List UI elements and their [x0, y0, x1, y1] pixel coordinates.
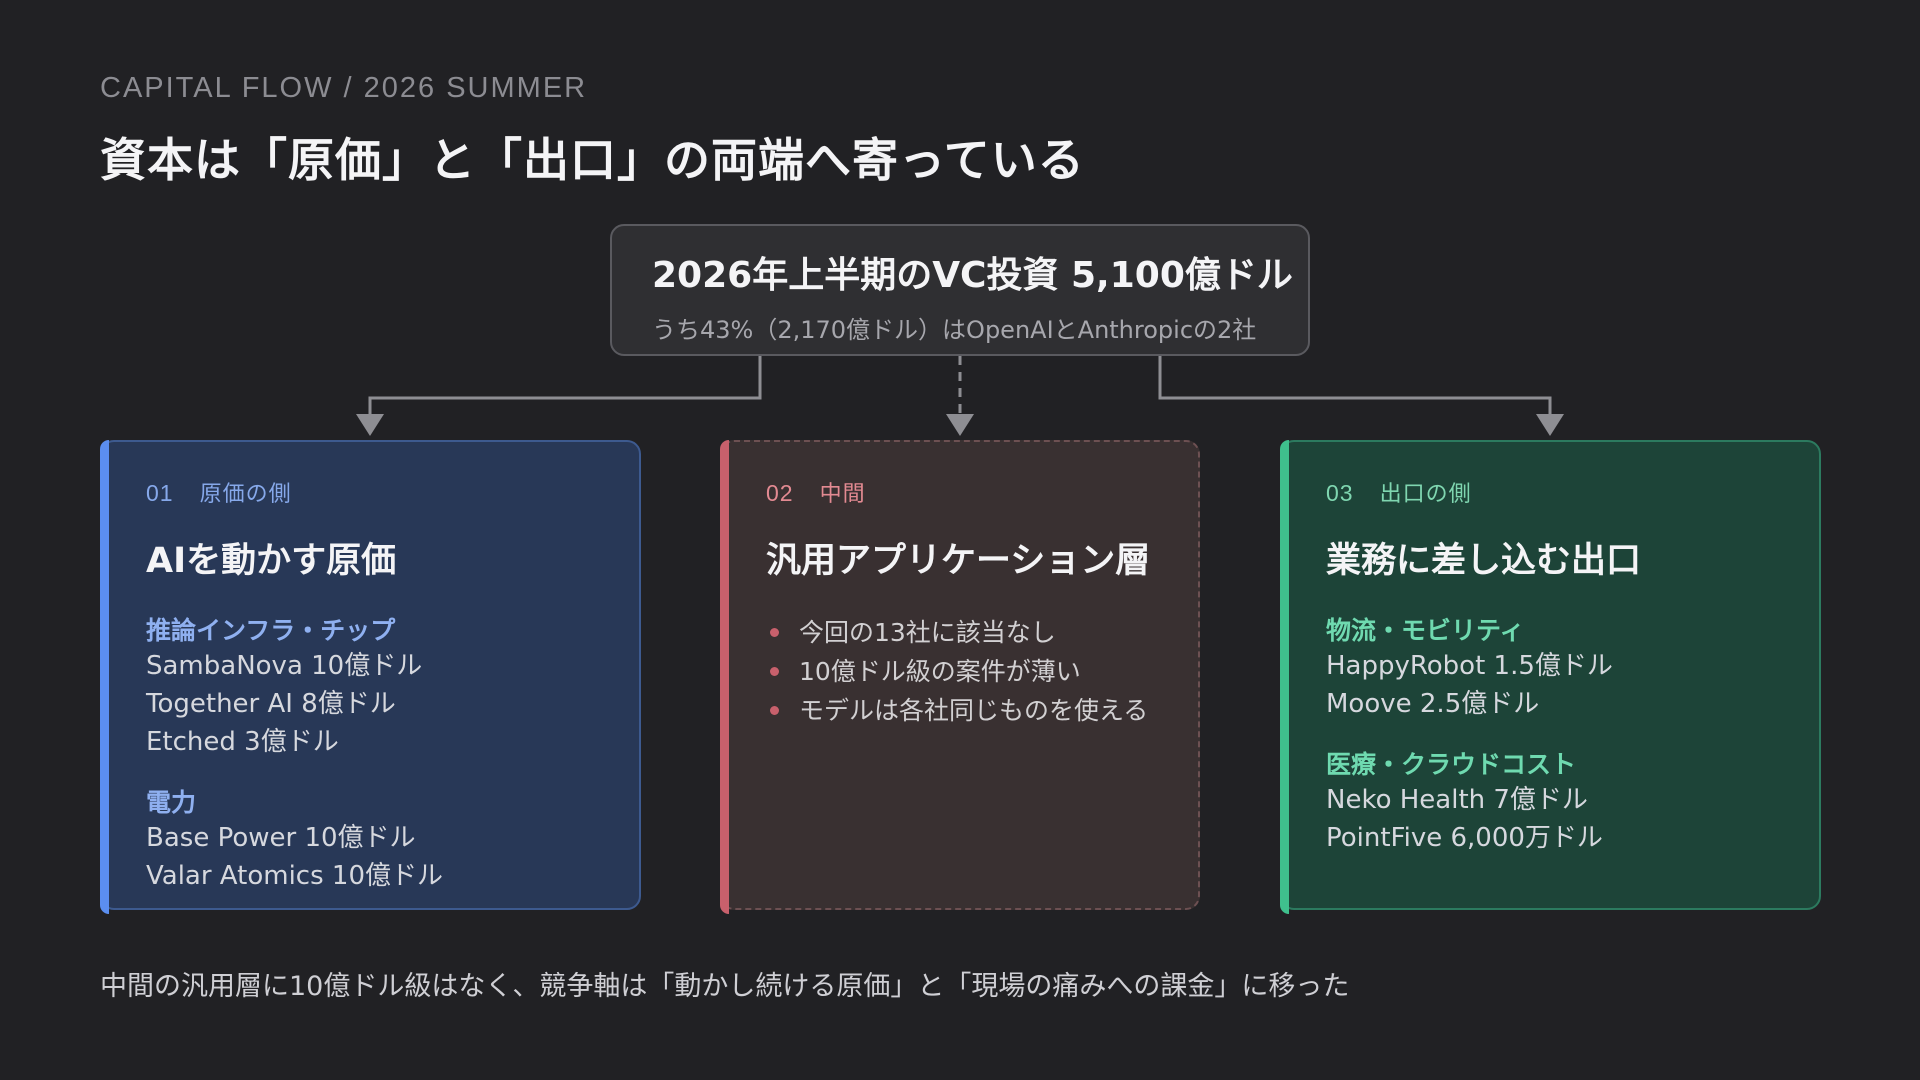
bullet-text: 10億ドル級の案件が薄い: [799, 657, 1081, 686]
card-middle: 02 中間 汎用アプリケーション層 今回の13社に該当なし 10億ドル級の案件が薄…: [720, 440, 1200, 914]
group-healthcare-cloud-cost: 医療・クラウドコスト Neko Health 7億ドル PointFive 6,…: [1326, 745, 1819, 857]
card-title: 汎用アプリケーション層: [766, 541, 1151, 581]
card-accent-bar: [720, 440, 729, 914]
bullet-dot-icon: [770, 706, 779, 715]
card-number: 01: [146, 480, 174, 506]
list-item: SambaNova 10億ドル: [146, 651, 423, 681]
bullet-text: モデルは各社同じものを使える: [799, 696, 1149, 725]
list-item: Valar Atomics 10億ドル: [146, 861, 443, 891]
list-item: Neko Health 7億ドル: [1326, 785, 1588, 815]
card-tag-label: 中間: [819, 482, 866, 507]
bullet-text: 今回の13社に該当なし: [799, 618, 1056, 647]
group-logistics-mobility: 物流・モビリティ HappyRobot 1.5億ドル Moove 2.5億ドル: [1326, 611, 1819, 723]
group-heading: 推論インフラ・チップ: [146, 616, 396, 645]
arrowhead-middle: [946, 414, 974, 436]
slide: CAPITAL FLOW / 2026 SUMMER 資本は「原価」と「出口」の…: [0, 0, 1920, 1080]
card-number: 02: [766, 480, 794, 506]
card-exit-side: 03 出口の側 業務に差し込む出口 物流・モビリティ HappyRobot 1.5…: [1280, 440, 1821, 914]
bullet-dot-icon: [770, 667, 779, 676]
list-item: PointFive 6,000万ドル: [1326, 823, 1603, 853]
list-item: HappyRobot 1.5億ドル: [1326, 651, 1613, 681]
group-inference-infra: 推論インフラ・チップ SambaNova 10億ドル Together AI 8…: [146, 611, 639, 761]
group-heading: 医療・クラウドコスト: [1326, 750, 1577, 779]
card-accent-bar: [100, 440, 109, 914]
footer-summary: 中間の汎用層に10億ドル級はなく、競争軸は「動かし続ける原価」と「現場の痛みへの…: [100, 971, 1350, 1002]
connector-to-exit: [1158, 356, 1552, 416]
list-item: Base Power 10億ドル: [146, 823, 416, 853]
card-tag: 03 出口の側: [1326, 476, 1819, 508]
card-title: 業務に差し込む出口: [1326, 541, 1642, 581]
list-item: Etched 3億ドル: [146, 727, 339, 757]
card-number: 03: [1326, 480, 1354, 506]
list-item: Moove 2.5億ドル: [1326, 689, 1540, 719]
card-title: AIを動かす原価: [146, 541, 397, 581]
group-power: 電力 Base Power 10億ドル Valar Atomics 10億ドル: [146, 783, 639, 895]
card-tag: 01 原価の側: [146, 476, 639, 508]
bullet-item: 10億ドル級の案件が薄い: [766, 652, 1198, 691]
group-heading: 物流・モビリティ: [1326, 616, 1525, 645]
bullet-dot-icon: [770, 628, 779, 637]
bullet-item: モデルは各社同じものを使える: [766, 691, 1198, 730]
connector-to-cost: [368, 356, 762, 416]
card-accent-bar: [1280, 440, 1289, 914]
card-tag-label: 出口の側: [1379, 482, 1472, 507]
list-item: Together AI 8億ドル: [146, 689, 396, 719]
bullet-item: 今回の13社に該当なし: [766, 613, 1198, 652]
group-heading: 電力: [146, 788, 197, 817]
card-cost-side: 01 原価の側 AIを動かす原価 推論インフラ・チップ SambaNova 10億…: [100, 440, 641, 914]
arrowhead-cost: [356, 414, 384, 436]
arrowhead-exit: [1536, 414, 1564, 436]
bullet-list: 今回の13社に該当なし 10億ドル級の案件が薄い モデルは各社同じものを使える: [766, 613, 1198, 730]
card-tag-label: 原価の側: [199, 482, 292, 507]
card-tag: 02 中間: [766, 476, 1198, 508]
